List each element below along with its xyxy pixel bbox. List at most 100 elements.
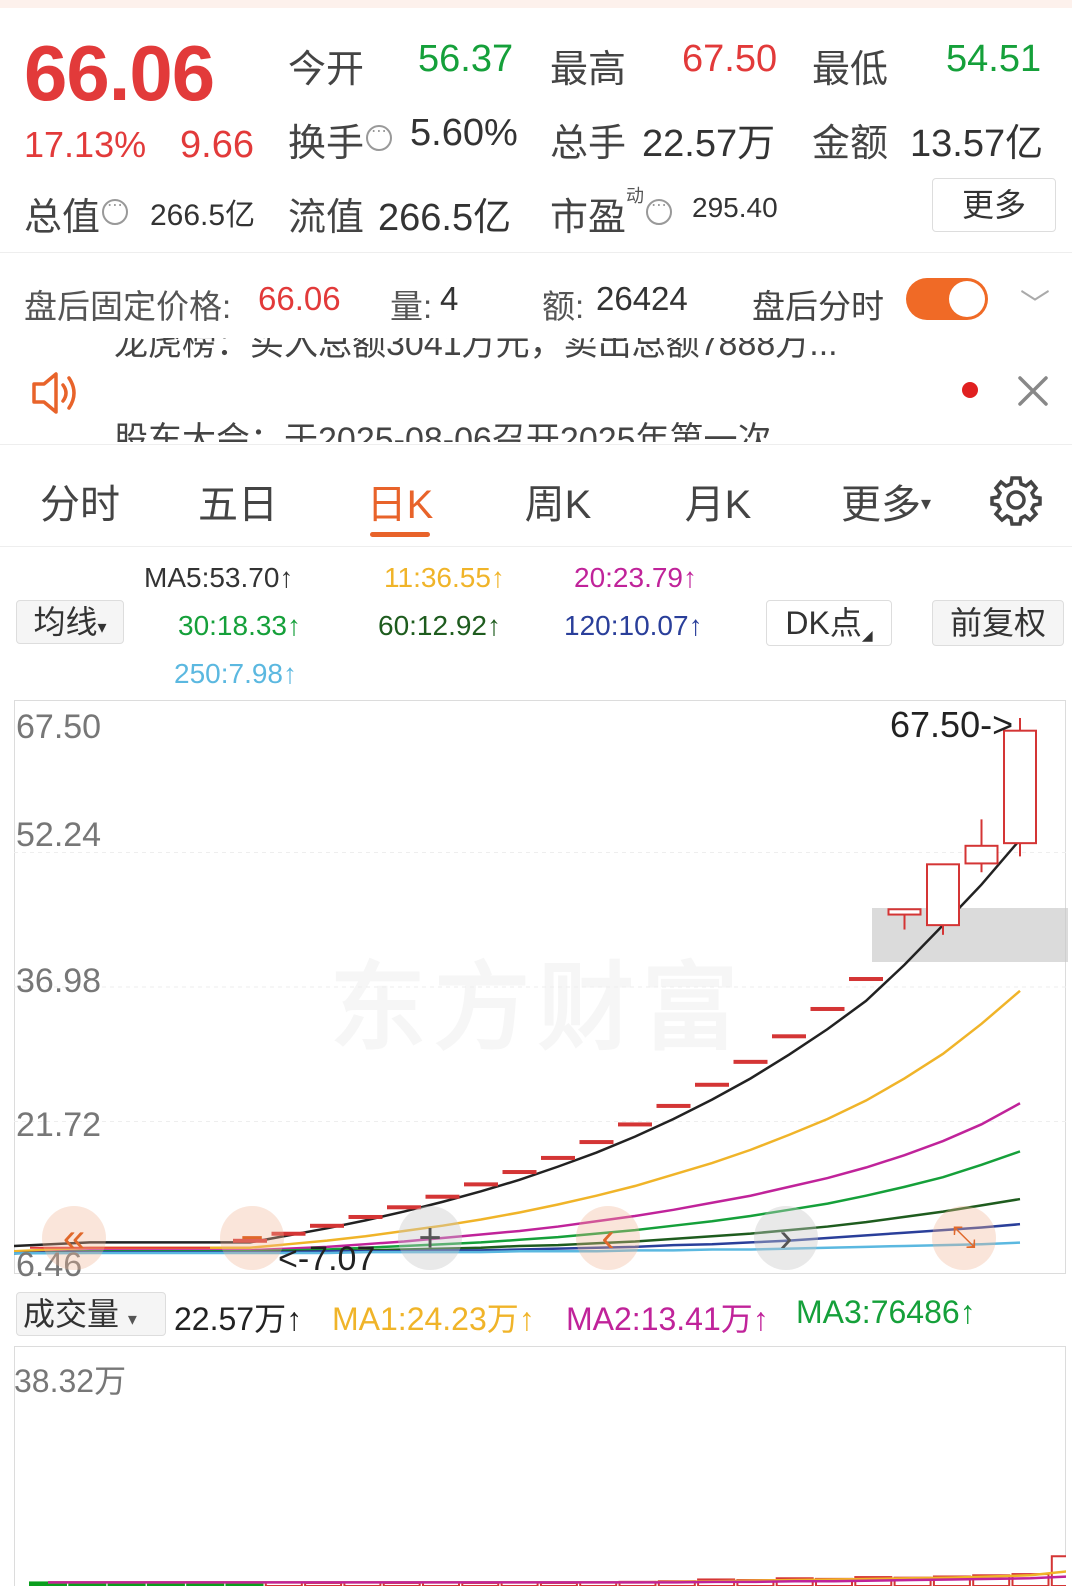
ma-legend-ma20: 20:23.79↑: [574, 562, 697, 593]
news-ticker[interactable]: 龙虎榜：买入总额3041万元，卖出总额7888万... 股东大会：于2025-0…: [0, 338, 1072, 442]
volume-ma-line-MA2: [48, 1575, 1066, 1584]
low-label: 最低: [812, 49, 889, 91]
tab-daily-k[interactable]: 日K: [340, 472, 460, 530]
ma-line-60: [14, 1197, 1021, 1255]
gear-icon[interactable]: [990, 474, 1042, 526]
candle-body: [310, 1223, 344, 1228]
ma-legend-ma120: 120:10.07↑: [564, 610, 703, 641]
ma-legend-ma250: 250:7.98↑: [174, 658, 297, 689]
volume-ma3: MA3:76486↑: [796, 1294, 976, 1330]
candle-body: [733, 1059, 768, 1064]
info-icon[interactable]: [646, 195, 673, 225]
high-label: 最高: [550, 49, 627, 91]
tab-five-day[interactable]: 五日: [178, 472, 298, 530]
mktcap-label: 总值: [24, 186, 129, 241]
chevron-down-icon[interactable]: ﹀: [1020, 280, 1050, 324]
triangle-down-icon: ▾: [97, 617, 107, 637]
volume-ma1: MA1:24.23万↑: [332, 1301, 535, 1337]
kline-chart: [14, 718, 1066, 1255]
after-hours-price-label: 盘后固定价格:: [24, 288, 232, 325]
candle-body: [425, 1194, 460, 1199]
candle-body: [579, 1140, 614, 1145]
info-icon[interactable]: [366, 121, 393, 151]
volume-chart: [29, 1555, 1066, 1586]
pe-value: 295.40: [692, 192, 778, 223]
info-icon[interactable]: [102, 195, 129, 225]
after-hours-timeshare-label: 盘后分时: [752, 288, 884, 325]
after-hours-vol-value: 4: [440, 280, 459, 317]
volume-select[interactable]: 成交量 ▾: [16, 1292, 166, 1336]
candle-body: [810, 1006, 845, 1011]
scroll-to-start-button[interactable]: «: [42, 1206, 106, 1270]
y-tick-label: 52.24: [16, 816, 102, 854]
tab-timeshare[interactable]: 分时: [20, 472, 140, 530]
candle-body: [887, 908, 922, 916]
candle-body: [964, 844, 999, 865]
more-button[interactable]: 更多: [932, 178, 1056, 232]
zoom-in-button[interactable]: +: [398, 1206, 462, 1270]
news-line: 龙虎榜：买入总额3041万元，卖出总额7888万...: [114, 338, 838, 363]
adjust-button[interactable]: 前复权: [932, 600, 1064, 646]
turnover-value: 5.60%: [410, 112, 518, 154]
volume-current: 22.57万↑: [174, 1301, 303, 1337]
candle-body: [1003, 729, 1037, 845]
after-hours-amt-value: 26424: [596, 280, 688, 317]
pe-label: 市盈动: [550, 186, 673, 241]
ma-legend-ma11: 11:36.55↑: [384, 562, 505, 593]
candle-body: [618, 1122, 652, 1127]
ma-legend-ma60: 60:12.92↑: [378, 610, 501, 641]
ma-select[interactable]: 均线▾: [16, 600, 124, 644]
tab-more[interactable]: 更多▾: [826, 472, 946, 530]
volume-value: 22.57万: [642, 123, 776, 165]
scroll-right-button[interactable]: ›: [754, 1206, 818, 1270]
high-annotation: 67.50->: [890, 704, 1014, 745]
candle-body: [926, 863, 960, 927]
high-value: 67.50: [682, 38, 778, 80]
news-line: 股东大会：于2025-08-06召开2025年第一次: [114, 421, 772, 442]
zoom-out-button[interactable]: −: [220, 1206, 284, 1270]
after-hours-vol-label: 量:: [390, 288, 433, 325]
volume-ma2: MA2:13.41万↑: [566, 1301, 769, 1337]
mktcap-value: 266.5亿: [150, 199, 256, 232]
y-tick-label: 36.98: [16, 962, 102, 1000]
after-hours-toggle[interactable]: [906, 278, 988, 320]
y-tick-label: 21.72: [16, 1106, 102, 1144]
volume-label: 总手: [550, 123, 627, 165]
candle-body: [695, 1082, 729, 1087]
after-hours-amt-label: 额:: [542, 288, 585, 325]
candle-body: [772, 1034, 806, 1039]
candle-body: [464, 1182, 498, 1187]
candle-body: [541, 1155, 575, 1160]
volume-y-tick-label: 38.32万: [14, 1363, 127, 1399]
y-tick-label: 67.50: [16, 708, 102, 746]
tab-monthly-k[interactable]: 月K: [658, 472, 778, 530]
change-percent: 17.13%: [24, 124, 147, 165]
divider: [0, 444, 1072, 445]
current-price: 66.06: [24, 29, 215, 117]
candle-body: [387, 1205, 421, 1210]
low-annotation: <-7.07: [278, 1240, 376, 1278]
low-value: 54.51: [946, 38, 1042, 80]
float-value: 266.5亿: [378, 197, 512, 239]
amount-label: 金额: [812, 123, 889, 165]
divider: [0, 252, 1072, 253]
scroll-left-button[interactable]: ‹: [576, 1206, 640, 1270]
toggle-knob: [949, 281, 985, 317]
speaker-icon: [32, 372, 76, 414]
pe-superscript: 动: [626, 186, 645, 207]
active-tab-indicator: [370, 532, 430, 537]
corner-triangle-icon: ◢: [861, 627, 873, 643]
divider: [0, 546, 1072, 547]
volume-ma-line-MA1: [48, 1570, 1066, 1584]
expand-icon[interactable]: ⤡: [932, 1206, 996, 1270]
ma-line-11: [14, 989, 1021, 1253]
triangle-down-icon: ▾: [127, 1309, 137, 1329]
candle-body: [849, 977, 883, 982]
dk-point-button[interactable]: DK点◢: [766, 600, 892, 646]
turnover-label: 换手: [288, 112, 393, 167]
candle-body: [656, 1103, 691, 1108]
amount-value: 13.57亿: [910, 123, 1044, 165]
close-icon[interactable]: [1016, 374, 1050, 408]
tab-weekly-k[interactable]: 周K: [498, 472, 618, 530]
candle-body: [348, 1214, 383, 1219]
